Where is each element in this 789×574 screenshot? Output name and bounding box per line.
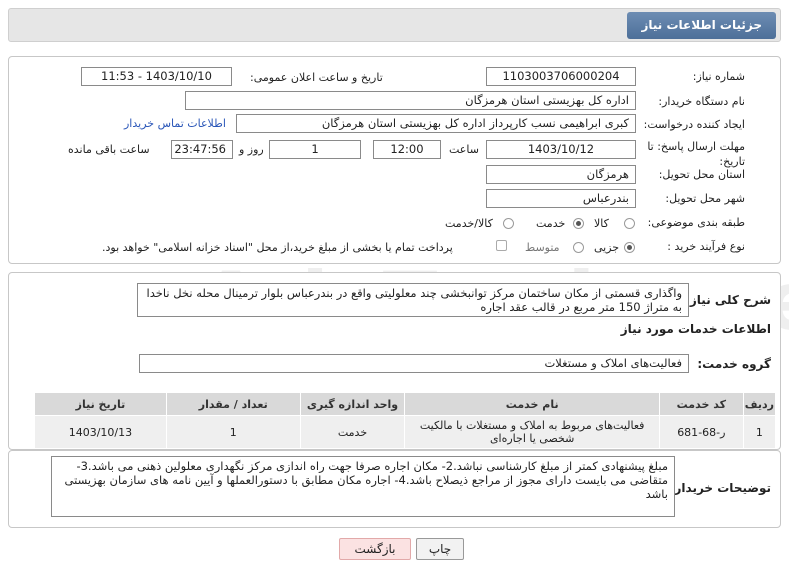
category-label: طبقه بندی موضوعی: xyxy=(647,216,745,229)
cell-unit: خدمت xyxy=(299,415,406,449)
cell-service-code: ر-68-681 xyxy=(658,415,744,449)
print-button[interactable]: چاپ xyxy=(416,538,464,560)
announce-date-label: تاریخ و ساعت اعلان عمومی: xyxy=(250,71,383,84)
col-service-code: کد خدمت xyxy=(658,392,744,416)
cell-need-date: 1403/10/13 xyxy=(34,415,167,449)
remaining-time-label: ساعت باقی مانده xyxy=(68,143,150,156)
services-section-title: اطلاعات خدمات مورد نیاز xyxy=(620,322,771,336)
province-label: استان محل تحویل: xyxy=(658,168,745,181)
category-option-goods: کالا xyxy=(594,217,609,230)
cell-quantity: 1 xyxy=(165,415,301,449)
province-field[interactable]: هرمزگان xyxy=(486,165,636,184)
buyer-notes-textarea[interactable]: مبلغ پیشنهادی کمتر از مبلغ کارشناسی نباش… xyxy=(51,456,675,517)
process-radio-minor[interactable] xyxy=(624,242,635,253)
col-service-name: نام خدمت xyxy=(404,392,660,416)
category-radio-goods-service[interactable] xyxy=(503,218,514,229)
service-group-label: گروه خدمت: xyxy=(697,357,771,371)
page-title: جزئیات اطلاعات نیاز xyxy=(627,12,776,39)
col-quantity: تعداد / مقدار xyxy=(165,392,301,416)
deadline-label: مهلت ارسال پاسخ: تا تاریخ: xyxy=(647,140,745,168)
services-table: ردیف کد خدمت نام خدمت واحد اندازه گیری ت… xyxy=(34,392,777,449)
buyer-notes-label: توضیحات خریدار: xyxy=(669,481,771,495)
process-label: نوع فرآیند خرید : xyxy=(667,240,745,253)
deadline-date-field[interactable]: 1403/10/12 xyxy=(486,140,636,159)
summary-textarea[interactable]: واگذاری قسمتی از مکان ساختمان مرکز توانب… xyxy=(137,283,689,317)
col-need-date: تاریخ نیاز xyxy=(34,392,167,416)
need-number-label: شماره نیاز: xyxy=(692,70,745,83)
cell-service-name: فعالیت‌های مربوط به املاک و مستغلات با م… xyxy=(404,415,660,449)
col-row: ردیف xyxy=(742,392,777,416)
header-bar: جزئیات اطلاعات نیاز xyxy=(8,8,781,42)
category-option-goods-service: کالا/خدمت xyxy=(445,217,493,230)
deadline-time-field[interactable]: 12:00 xyxy=(373,140,441,159)
treasury-checkbox[interactable] xyxy=(496,240,507,251)
announce-date-field[interactable]: 1403/10/10 - 11:53 xyxy=(81,67,232,86)
category-option-service: خدمت xyxy=(536,217,566,230)
city-field[interactable]: بندرعباس xyxy=(486,189,636,208)
deadline-time-label: ساعت xyxy=(449,143,479,156)
category-radio-goods[interactable] xyxy=(624,218,635,229)
creator-field[interactable]: کبری ابراهیمی نسب کارپرداز اداره کل بهزی… xyxy=(236,114,636,133)
category-radio-service[interactable] xyxy=(573,218,584,229)
creator-label: ایجاد کننده درخواست: xyxy=(643,118,745,131)
contact-info-link[interactable]: اطلاعات تماس خریدار xyxy=(124,117,226,130)
summary-label: شرح کلی نیاز: xyxy=(685,293,771,307)
table-row[interactable]: 1 ر-68-681 فعالیت‌های مربوط به املاک و م… xyxy=(34,415,777,449)
service-group-field[interactable]: فعالیت‌های املاک و مستغلات xyxy=(139,354,689,373)
buyer-org-field[interactable]: اداره کل بهزیستی استان هرمزگان xyxy=(185,91,636,110)
days-label: روز و xyxy=(239,143,264,156)
need-number-field[interactable]: 1103003706000204 xyxy=(486,67,636,86)
cell-row: 1 xyxy=(742,415,777,449)
city-label: شهر محل تحویل: xyxy=(665,192,745,205)
process-option-minor: جزیی xyxy=(594,241,620,254)
back-button[interactable]: بازگشت xyxy=(339,538,411,560)
process-option-medium: متوسط xyxy=(525,241,560,254)
process-radio-medium[interactable] xyxy=(573,242,584,253)
remaining-time-field[interactable]: 23:47:56 xyxy=(171,140,233,159)
table-header-row: ردیف کد خدمت نام خدمت واحد اندازه گیری ت… xyxy=(34,392,777,416)
col-unit: واحد اندازه گیری xyxy=(299,392,406,416)
buyer-org-label: نام دستگاه خریدار: xyxy=(658,95,745,108)
payment-note: پرداخت تمام یا بخشی از مبلغ خرید،از محل … xyxy=(102,241,453,254)
days-field[interactable]: 1 xyxy=(269,140,361,159)
